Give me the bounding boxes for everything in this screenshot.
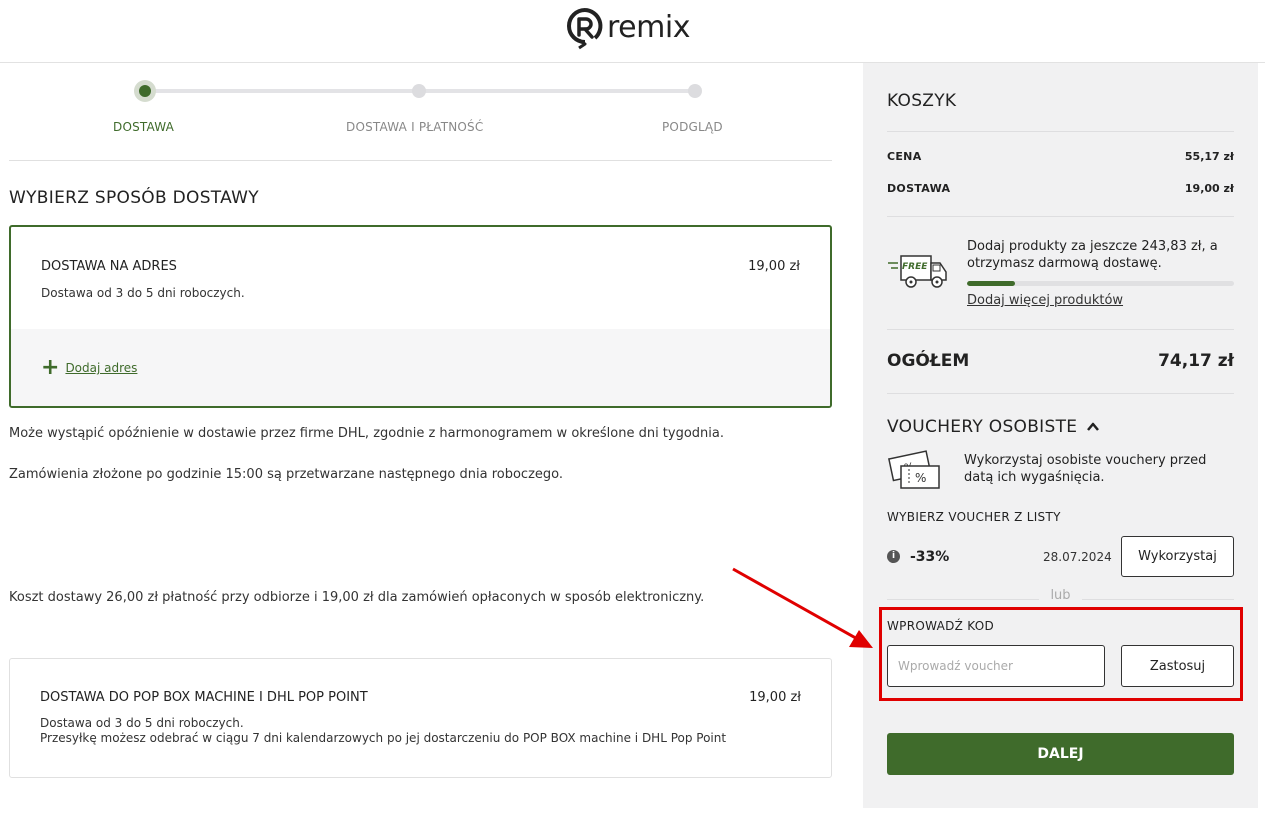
delay-note: Może wystąpić opóźnienie w dostawie prze… [9, 426, 725, 441]
option-description: Dostawa od 3 do 5 dni roboczych. [41, 286, 245, 300]
divider [887, 393, 1234, 394]
option-description-line: Przesyłkę możesz odebrać w ciągu 7 dni k… [40, 731, 727, 745]
use-voucher-button[interactable]: Wykorzystaj [1121, 536, 1234, 577]
price-label: CENA [887, 150, 922, 163]
step-label-payment: DOSTAWA I PŁATNOŚĆ [346, 120, 484, 134]
price-value: 55,17 zł [1184, 150, 1234, 163]
add-address-button[interactable]: + Dodaj adres [41, 357, 137, 379]
delivery-option-address[interactable]: DOSTAWA NA ADRES 19,00 zł Dostawa od 3 d… [9, 225, 832, 408]
info-icon[interactable]: i [887, 550, 900, 563]
or-label: lub [1050, 588, 1071, 603]
divider [887, 216, 1234, 217]
voucher-expiry: 28.07.2024 [1043, 550, 1112, 564]
remix-logo-icon [567, 8, 603, 50]
step-dot-payment [412, 84, 426, 98]
chevron-up-icon [1087, 422, 1100, 431]
delivery-value: 19,00 zł [1184, 182, 1234, 195]
option-price: 19,00 zł [749, 690, 801, 705]
vouchers-title: VOUCHERY OSOBISTE [887, 417, 1078, 437]
plus-icon: + [41, 355, 60, 380]
voucher-discount: -33% [910, 549, 950, 565]
divider [887, 329, 1234, 330]
progress-fill [967, 281, 1016, 286]
free-icon-text: FREE [902, 262, 928, 272]
total-label: OGÓŁEM [887, 351, 970, 371]
stepper-line-2 [419, 89, 695, 93]
option-description-line: Dostawa od 3 do 5 dni roboczych. [40, 716, 244, 730]
cart-title: KOSZYK [887, 91, 957, 111]
delivery-label: DOSTAWA [887, 182, 951, 195]
voucher-tickets-icon: % % [887, 449, 943, 491]
step-dot-delivery [134, 80, 156, 102]
free-delivery-message: Dodaj produkty za jeszcze 243,83 zł, a o… [967, 239, 1218, 271]
processing-note: Zamówienia złożone po godzinie 15:00 są … [9, 467, 563, 482]
apply-voucher-button[interactable]: Zastosuj [1121, 645, 1234, 687]
option-description: Dostawa od 3 do 5 dni roboczych. Przesył… [40, 716, 726, 746]
divider [9, 160, 832, 161]
or-separator: lub [887, 588, 1234, 606]
step-label-review: PODGLĄD [662, 120, 723, 134]
logo-text: remix [607, 9, 690, 45]
annotation-arrow [732, 567, 873, 648]
delivery-option-popbox[interactable]: DOSTAWA DO POP BOX MACHINE I DHL POP POI… [9, 658, 832, 778]
divider [887, 131, 1234, 132]
page-title: WYBIERZ SPOSÓB DOSTAWY [9, 188, 259, 208]
option-price: 19,00 zł [748, 259, 800, 274]
step-label-delivery: DOSTAWA [113, 120, 175, 134]
cost-note: Koszt dostawy 26,00 zł płatność przy odb… [9, 590, 705, 605]
vouchers-message: Wykorzystaj osobiste vouchery przed datą… [964, 453, 1207, 485]
free-delivery-truck-icon: FREE [887, 253, 949, 295]
option-title: DOSTAWA DO POP BOX MACHINE I DHL POP POI… [40, 690, 368, 705]
option-footer: + Dodaj adres [11, 329, 830, 406]
add-more-products-link[interactable]: Dodaj więcej produktów [967, 293, 1123, 308]
voucher-code-input[interactable] [887, 645, 1105, 687]
option-title: DOSTAWA NA ADRES [41, 259, 177, 274]
next-button[interactable]: DALEJ [887, 733, 1234, 775]
remix-logo[interactable]: remix [565, 4, 690, 50]
svg-text:%: % [915, 471, 926, 485]
total-value: 74,17 zł [1158, 351, 1234, 371]
cart-sidebar: KOSZYK CENA 55,17 zł DOSTAWA 19,00 zł FR… [863, 63, 1258, 808]
enter-code-label: WPROWADŹ KOD [887, 619, 995, 633]
vouchers-toggle[interactable]: VOUCHERY OSOBISTE [887, 417, 1100, 437]
choose-voucher-label: WYBIERZ VOUCHER Z LISTY [887, 510, 1061, 524]
add-address-link[interactable]: Dodaj adres [65, 361, 137, 375]
free-delivery-progress [967, 281, 1234, 286]
site-header: remix [0, 0, 1265, 63]
step-dot-review [688, 84, 702, 98]
stepper-line-1 [145, 89, 420, 93]
